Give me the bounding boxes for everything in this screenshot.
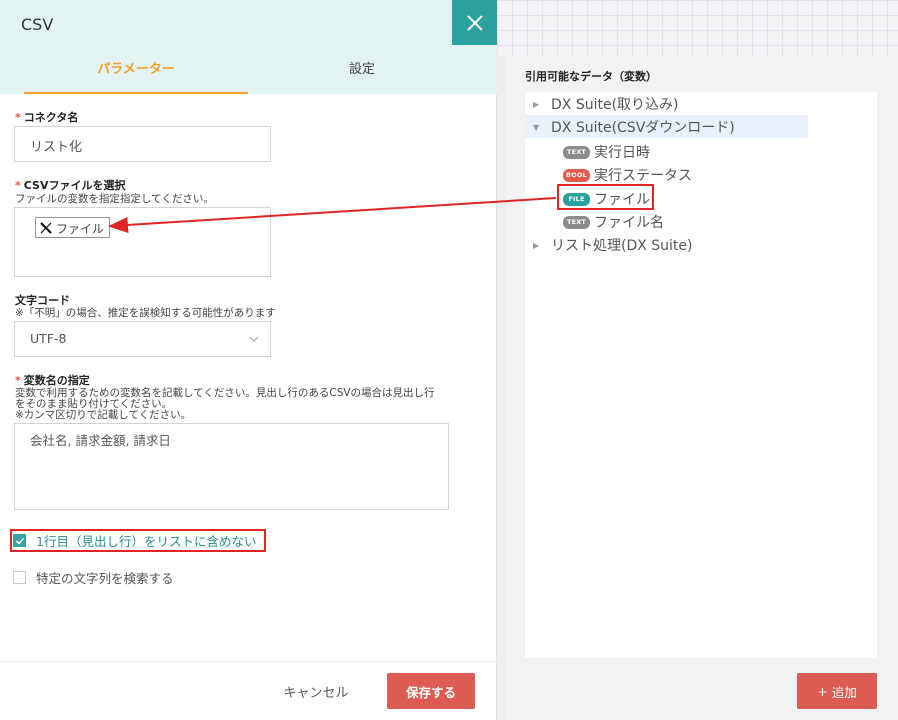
tab-parameters[interactable]: パラメーター	[24, 58, 248, 94]
annotation-highlight-checkbox	[10, 529, 266, 552]
type-badge: TEXT	[563, 145, 590, 159]
connector-name-label: * コネクタ名	[15, 109, 78, 125]
required-mark: *	[15, 179, 21, 192]
csv-file-hint: ファイルの変数を指定指定してください。	[15, 193, 214, 205]
search-string-checkbox[interactable]	[13, 571, 26, 584]
dialog-header: CSV パラメーター 設定	[0, 0, 497, 94]
save-button[interactable]: 保存する	[387, 673, 475, 709]
tree-leaf-label: 実行日時	[594, 145, 650, 161]
encoding-select[interactable]: UTF-8	[14, 321, 271, 357]
variable-names-textarea[interactable]: 会社名, 請求金額, 請求日	[14, 423, 449, 510]
caret-right-icon: ▶	[533, 240, 540, 250]
canvas-grid-background	[497, 0, 898, 56]
tree-leaf-file-name[interactable]: TEXT ファイル名	[563, 212, 664, 232]
tree-node-label: リスト処理(DX Suite)	[551, 238, 693, 254]
tree-leaf-label: 実行ステータス	[594, 168, 692, 184]
variable-names-label: * 変数名の指定	[15, 372, 90, 388]
encoding-hint: ※「不明」の場合、推定を誤検知する可能性があります	[15, 307, 276, 319]
tree-node-label: DX Suite(CSVダウンロード)	[551, 120, 735, 136]
tree-leaf-execution-datetime[interactable]: TEXT 実行日時	[563, 142, 650, 162]
connector-settings-dialog: CSV パラメーター 設定 * コネクタ名 リスト化 * CSVファイルを選択 ファ…	[0, 0, 497, 720]
connector-name-label-text: コネクタ名	[23, 111, 79, 124]
encoding-value: UTF-8	[30, 331, 67, 346]
caret-down-icon: ▼	[533, 122, 540, 132]
variable-names-label-text: 変数名の指定	[23, 374, 90, 387]
close-button[interactable]	[452, 0, 497, 45]
tree-node-label: DX Suite(取り込み)	[551, 97, 679, 113]
search-string-option[interactable]: 特定の文字列を検索する	[13, 568, 174, 587]
csv-file-label: * CSVファイルを選択	[15, 177, 125, 193]
x-logo-icon	[40, 222, 52, 234]
encoding-label: 文字コード	[15, 294, 70, 307]
search-string-label: 特定の文字列を検索する	[36, 571, 174, 586]
type-badge: TEXT	[563, 215, 590, 229]
add-button-label: 追加	[831, 684, 857, 700]
tree-leaf-label: ファイル名	[594, 215, 664, 231]
tree-node-list-processing[interactable]: ▶ リスト処理(DX Suite)	[533, 235, 693, 255]
footer-divider	[0, 661, 497, 662]
tab-settings[interactable]: 設定	[250, 58, 474, 94]
type-badge: BOOL	[563, 168, 590, 182]
connector-name-input[interactable]: リスト化	[14, 126, 271, 162]
csv-file-label-text: CSVファイルを選択	[23, 179, 126, 192]
tree-node-dx-suite-import[interactable]: ▶ DX Suite(取り込み)	[533, 94, 679, 114]
file-chip-label: ファイル	[56, 221, 105, 236]
file-variable-chip[interactable]: ファイル	[35, 217, 111, 238]
variable-names-hint-3: ※カンマ区切りで記載してください。	[15, 409, 192, 421]
close-icon	[466, 14, 483, 31]
dialog-title: CSV	[21, 15, 54, 34]
caret-right-icon: ▶	[533, 99, 540, 109]
tree-node-dx-suite-csv-download[interactable]: ▼ DX Suite(CSVダウンロード)	[533, 117, 735, 137]
data-reference-panel: 引用可能なデータ（変数） ▶ DX Suite(取り込み) ▼ DX Suite…	[497, 0, 898, 720]
chevron-down-icon	[249, 336, 259, 342]
referenceable-data-card: 引用可能なデータ（変数） ▶ DX Suite(取り込み) ▼ DX Suite…	[505, 56, 898, 720]
required-mark: *	[15, 111, 21, 124]
plus-icon: +	[817, 683, 828, 699]
tree-leaf-execution-status[interactable]: BOOL 実行ステータス	[563, 165, 692, 185]
variable-tree: ▶ DX Suite(取り込み) ▼ DX Suite(CSVダウンロード) T…	[525, 92, 877, 658]
required-mark: *	[15, 374, 21, 387]
annotation-highlight-file	[557, 184, 654, 210]
cancel-button[interactable]: キャンセル	[270, 673, 362, 709]
referenceable-data-title: 引用可能なデータ（変数）	[525, 70, 657, 83]
csv-file-dropzone[interactable]: ファイル	[14, 207, 271, 277]
add-button[interactable]: + 追加	[797, 673, 877, 709]
